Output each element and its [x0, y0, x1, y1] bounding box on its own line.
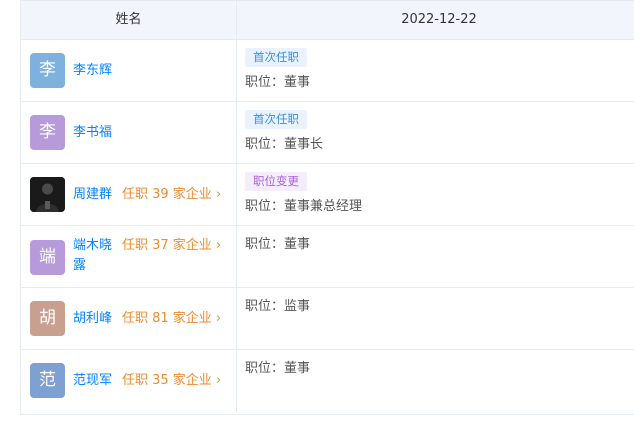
avatar[interactable]: 端: [30, 240, 65, 275]
person-name-link[interactable]: 李书福: [73, 123, 112, 143]
change-cell: 职位变更 职位：董事兼总经理: [237, 164, 634, 225]
position-text: 职位：董事: [245, 75, 311, 90]
position-text: 职位：监事: [245, 299, 311, 314]
person-cell: 端 端木晓 露 任职 37 家企业 ›: [21, 226, 237, 287]
person-name-link[interactable]: 端木晓 露: [73, 236, 112, 276]
table-row: 周建群 任职 39 家企业 › 职位变更 职位：董事兼总经理: [21, 164, 634, 226]
change-cell: 职位：董事: [237, 226, 634, 287]
tenure-link[interactable]: 任职 37 家企业 ›: [122, 236, 221, 256]
personnel-change-table: 姓名 2022-12-22 李 李东辉 首次任职 职位：董事 李 李书福 首次任…: [20, 0, 634, 415]
tenure-link[interactable]: 任职 35 家企业 ›: [122, 371, 221, 391]
status-badge: 首次任职: [245, 110, 307, 129]
table-row: 端 端木晓 露 任职 37 家企业 › 职位：董事: [21, 226, 634, 288]
column-header-date: 2022-12-22: [401, 12, 477, 27]
avatar[interactable]: 范: [30, 363, 65, 398]
avatar[interactable]: 胡: [30, 301, 65, 336]
person-name-line2: 露: [73, 258, 87, 273]
person-name-link[interactable]: 李东辉: [73, 61, 112, 81]
table-row: 范 范现军 任职 35 家企业 › 职位：董事: [21, 350, 634, 412]
person-name-link[interactable]: 范现军: [73, 371, 112, 391]
person-cell: 胡 胡利峰 任职 81 家企业 ›: [21, 288, 237, 349]
table-row: 李 李东辉 首次任职 职位：董事: [21, 40, 634, 102]
table-row: 胡 胡利峰 任职 81 家企业 › 职位：监事: [21, 288, 634, 350]
position-text: 职位：董事长: [245, 137, 324, 152]
tenure-link[interactable]: 任职 39 家企业 ›: [122, 185, 221, 205]
person-cell: 范 范现军 任职 35 家企业 ›: [21, 350, 237, 412]
column-header-name: 姓名: [21, 1, 237, 39]
avatar[interactable]: 李: [30, 115, 65, 150]
change-cell: 职位：董事: [237, 350, 634, 412]
person-name-line1: 端木晓: [73, 238, 113, 253]
person-photo-icon: [30, 177, 65, 212]
avatar-photo[interactable]: [30, 177, 65, 212]
person-cell: 李 李书福: [21, 102, 237, 163]
status-badge: 职位变更: [245, 172, 307, 191]
person-name-link[interactable]: 胡利峰: [73, 309, 112, 329]
table-header: 姓名 2022-12-22: [21, 0, 634, 40]
position-text: 职位：董事: [245, 237, 311, 252]
change-cell: 首次任职 职位：董事长: [237, 102, 634, 163]
position-text: 职位：董事兼总经理: [245, 199, 363, 214]
tenure-link[interactable]: 任职 81 家企业 ›: [122, 309, 221, 329]
position-text: 职位：董事: [245, 361, 311, 376]
change-cell: 职位：监事: [237, 288, 634, 349]
avatar[interactable]: 李: [30, 53, 65, 88]
status-badge: 首次任职: [245, 48, 307, 67]
person-name-link[interactable]: 周建群: [73, 185, 112, 205]
table-row: 李 李书福 首次任职 职位：董事长: [21, 102, 634, 164]
person-cell: 周建群 任职 39 家企业 ›: [21, 164, 237, 225]
change-cell: 首次任职 职位：董事: [237, 40, 634, 101]
person-cell: 李 李东辉: [21, 40, 237, 101]
